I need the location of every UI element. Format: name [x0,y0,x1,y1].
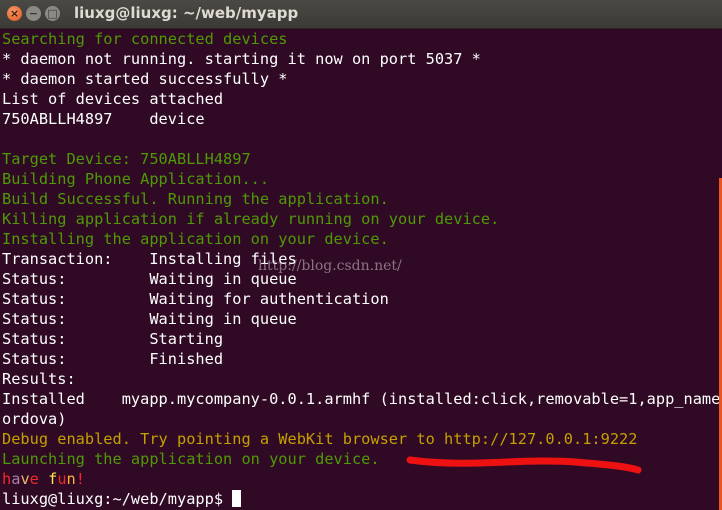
maximize-icon: □ [47,7,58,20]
output-line: Results: [2,370,76,388]
output-line: Build Successful. Running the applicatio… [2,190,389,208]
prompt-line[interactable]: liuxg@liuxg:~/web/myapp$ [2,489,718,509]
window-title: liuxg@liuxg: ~/web/myapp [74,4,299,22]
output-line: ordova) [2,410,67,428]
rainbow-char: h [2,470,12,488]
maximize-button[interactable]: □ [45,6,60,21]
rainbow-char: u [57,470,67,488]
title-bar: × − □ liuxg@liuxg: ~/web/myapp [0,0,722,29]
watermark: http://blog.csdn.net/ [258,258,402,274]
output-line: Status: Finished [2,350,224,368]
output-line: Status: Waiting in queue [2,310,297,328]
output-line: Launching the application on your device… [2,450,380,468]
output-line: 750ABLLH4897 device [2,110,205,128]
output-line: Searching for connected devices [2,30,288,48]
rainbow-char: n [66,470,76,488]
output-line: Status: Waiting for authentication [2,290,389,308]
terminal-window: × − □ liuxg@liuxg: ~/web/myapp Searching… [0,0,722,510]
rainbow-char: v [20,470,30,488]
rainbow-char: ! [75,470,85,488]
shell-prompt: liuxg@liuxg:~/web/myapp$ [2,490,224,508]
output-line: Building Phone Application... [2,170,270,188]
rainbow-char [39,470,48,488]
close-icon: × [9,7,20,20]
output-line: List of devices attached [2,90,224,108]
rainbow-char: f [48,470,58,488]
have-fun-line: have fun! [2,469,718,489]
close-button[interactable]: × [7,6,22,21]
output-line: Target Device: 750ABLLH4897 [2,150,251,168]
output-line: Status: Starting [2,330,224,348]
rainbow-char: e [29,470,39,488]
output-line: Killing application if already running o… [2,210,500,228]
minimize-icon: − [28,7,39,20]
output-line: * daemon not running. starting it now on… [2,50,481,68]
text-cursor [232,490,242,507]
output-line: Debug enabled. Try pointing a WebKit bro… [2,430,638,448]
output-line: Installed myapp.mycompany-0.0.1.armhf (i… [2,390,722,408]
output-line: Installing the application on your devic… [2,230,389,248]
minimize-button[interactable]: − [26,6,41,21]
output-line: * daemon started successfully * [2,70,288,88]
